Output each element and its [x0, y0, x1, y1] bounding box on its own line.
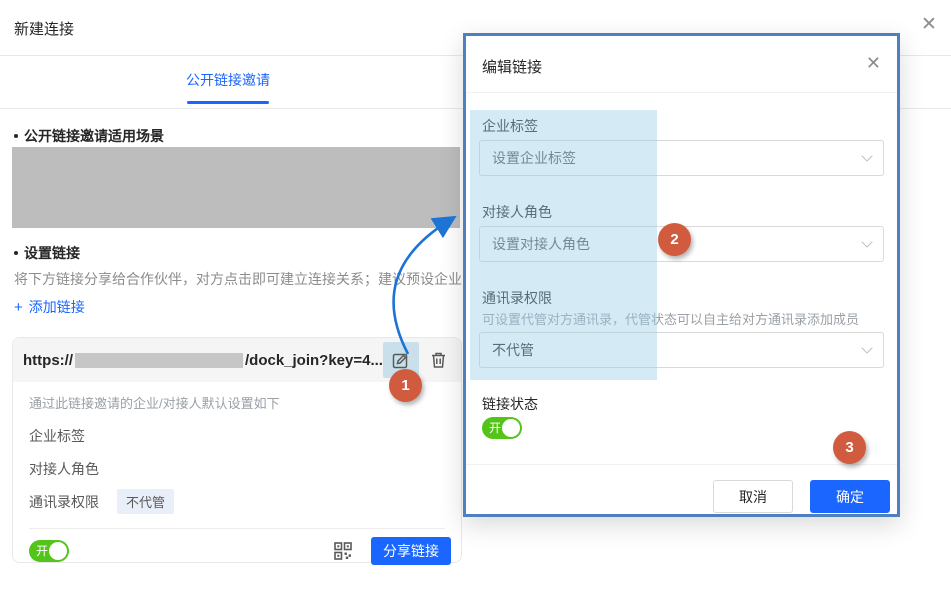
toggle-knob	[49, 542, 67, 560]
share-link-button[interactable]: 分享链接	[371, 537, 451, 565]
contacts-permission-badge: 不代管	[117, 489, 174, 514]
confirm-button[interactable]: 确定	[810, 480, 890, 513]
chevron-down-icon	[861, 236, 872, 247]
contacts-permission-hint: 可设置代管对方通讯录，代管状态可以自主给对方通讯录添加成员	[482, 309, 859, 328]
redacted-scene-image	[12, 147, 460, 228]
setup-description: 将下方链接分享给合作伙伴，对方点击即可建立连接关系；建议预设企业	[14, 269, 463, 289]
dialog-footer-divider	[466, 464, 897, 465]
annotation-step-1: 1	[389, 369, 422, 402]
add-link-button[interactable]: +添加链接	[14, 297, 85, 317]
card-footer-divider	[29, 528, 445, 529]
setup-section-title: 设置链接	[14, 243, 80, 263]
scene-section-title: 公开链接邀请适用场景	[14, 126, 164, 146]
plus-icon: +	[14, 299, 23, 316]
field-label-tag: 企业标签	[482, 116, 538, 136]
tag-select[interactable]: 设置企业标签	[479, 140, 884, 176]
cancel-button[interactable]: 取消	[713, 480, 793, 513]
tab-public-link-invite[interactable]: 公开链接邀请	[185, 70, 271, 90]
tab-active-underline	[187, 101, 269, 104]
link-enabled-toggle[interactable]: 开	[29, 540, 69, 562]
dialog-header-divider	[466, 92, 897, 93]
field-label-status: 链接状态	[482, 394, 538, 414]
dialog-close-icon[interactable]: ✕	[866, 54, 881, 72]
field-label-role: 对接人角色	[482, 202, 552, 222]
new-connection-window: 新建连接 ✕ 公开链接邀请 公开链接邀请适用场景 设置链接 将下方链接分享给合作…	[0, 0, 951, 607]
qr-code-icon	[333, 541, 353, 561]
contacts-permission-select[interactable]: 不代管	[479, 332, 884, 368]
redacted-domain	[75, 353, 243, 368]
annotation-step-2: 2	[658, 223, 691, 256]
field-label-contacts: 通讯录权限	[482, 288, 552, 308]
bullet-icon	[14, 134, 18, 138]
dialog-title: 编辑链接	[482, 56, 542, 77]
close-icon[interactable]: ✕	[921, 15, 937, 34]
window-title: 新建连接	[14, 18, 74, 39]
card-footer: 开 分享链接	[29, 537, 451, 565]
annotation-step-3: 3	[833, 431, 866, 464]
link-url: https:///dock_join?key=4...	[23, 352, 383, 369]
delete-link-button[interactable]	[427, 347, 451, 373]
card-row-role: 对接人角色	[29, 459, 99, 479]
edit-icon	[392, 352, 409, 369]
chevron-down-icon	[861, 150, 872, 161]
toggle-knob	[502, 419, 520, 437]
qr-code-button[interactable]	[331, 539, 355, 563]
link-card: https:///dock_join?key=4... 通过此链接邀请的企业/对…	[12, 337, 462, 563]
card-row-contacts: 通讯录权限 不代管	[29, 489, 174, 514]
chevron-down-icon	[861, 342, 872, 353]
card-row-tag: 企业标签	[29, 426, 85, 446]
trash-icon	[430, 351, 447, 369]
link-status-toggle[interactable]: 开	[482, 417, 522, 439]
bullet-icon	[14, 251, 18, 255]
link-default-hint: 通过此链接邀请的企业/对接人默认设置如下	[29, 393, 280, 412]
